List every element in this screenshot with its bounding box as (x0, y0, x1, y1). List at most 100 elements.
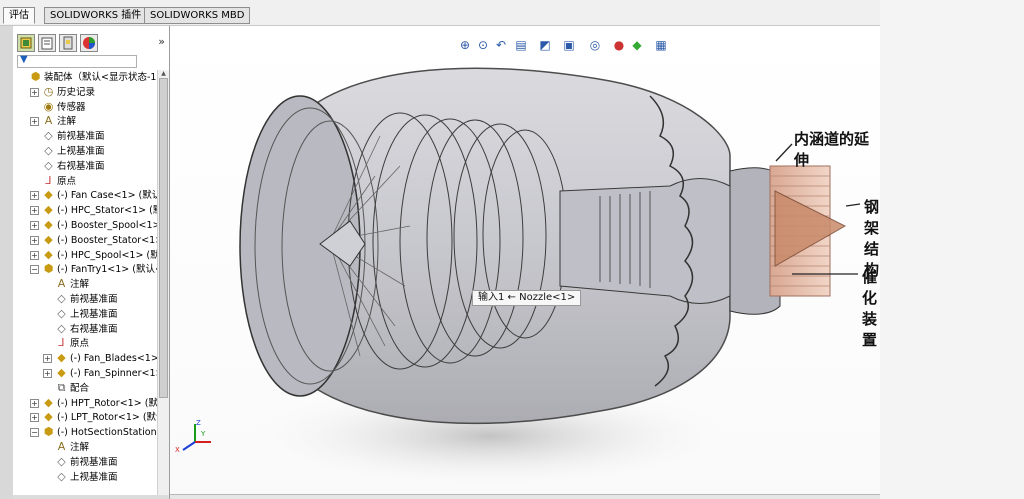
expand-icon[interactable]: + (30, 87, 39, 97)
expand-icon[interactable]: + (30, 221, 39, 230)
collapse-icon[interactable]: − (30, 265, 39, 275)
expand-icon[interactable]: + (30, 235, 39, 245)
plane-icon: ◇ (57, 306, 66, 320)
tree-item-label: (-) HotSectionStationar (57, 427, 157, 439)
right-margin (880, 0, 1024, 499)
configuration-manager-icon[interactable] (59, 34, 77, 52)
history-icon: ◷ (43, 84, 54, 98)
plane-icon: ◇ (44, 129, 53, 143)
more-tabs-chevron-icon[interactable]: » (158, 35, 165, 48)
assembly-icon: ⬢ (30, 70, 41, 83)
tree-item-label: 上视基准面 (70, 308, 118, 320)
bottom-tab-strip (170, 494, 880, 499)
triad-axis-z: Z (196, 419, 201, 427)
feature-manager-icon[interactable] (17, 34, 35, 52)
tab-solidworks-addins[interactable]: SOLIDWORKS 插件 (44, 7, 148, 24)
property-manager-icon[interactable] (38, 34, 56, 52)
expand-icon[interactable]: + (30, 250, 39, 260)
tree-item-label: (-) Booster_Spool<1> (57, 220, 157, 231)
tree-item-label: 注解 (70, 279, 90, 291)
sensor-icon: ◉ (43, 99, 54, 113)
plane-icon: ◇ (57, 321, 66, 335)
hover-tooltip: 输入1 ← Nozzle<1> (472, 290, 582, 306)
annotation-icon: A (57, 440, 66, 453)
tree-item-label: 上视基准面 (57, 146, 105, 157)
tree-item-label: (-) Fan_Blades<1> ( (70, 353, 157, 365)
callout-catalyst-device: 催化装置 (862, 268, 878, 349)
expand-icon[interactable]: + (30, 398, 39, 408)
tree-item-label: 注解 (70, 442, 90, 453)
part-icon: ◆ (57, 366, 66, 379)
mates-icon: ⧉ (57, 380, 66, 394)
solidworks-window: 评估 SOLIDWORKS 插件 SOLIDWORKS MBD » ▼ ⬢ 装配体… (0, 0, 1024, 499)
tree-item-label: 右视基准面 (57, 160, 105, 172)
plane-icon: ◇ (57, 454, 66, 468)
filter-icon[interactable]: ▼ (20, 54, 28, 65)
display-manager-icon[interactable] (80, 34, 98, 52)
expand-icon[interactable]: + (30, 191, 39, 201)
tree-item-label: 配合 (70, 382, 90, 394)
tree-item-label: 前视基准面 (57, 131, 105, 143)
plane-icon: ◇ (44, 144, 53, 157)
annotation-icon: A (44, 114, 53, 128)
panel-tabs: » (13, 32, 169, 54)
feature-manager-panel: » ▼ ⬢ 装配体（默认<显示状态-1> + ◷ 历史记录 ◉ 传感器 + A 注解 ◇ 前视基准面 ◇… (13, 26, 170, 499)
part-icon: ◆ (44, 247, 53, 261)
plane-icon: ◇ (44, 158, 53, 172)
tree-item-label: (-) HPC_Stator<1> (默认 (57, 205, 157, 217)
expand-icon[interactable]: + (30, 413, 39, 423)
subassembly-icon: ⬢ (43, 262, 54, 276)
plane-icon: ◇ (57, 469, 66, 483)
tree-filter-field[interactable]: ▼ (17, 54, 137, 68)
scroll-up-arrow-icon[interactable]: ▲ (159, 70, 168, 78)
tree-item-label: (-) HPC_Spool<1> (默认 (57, 249, 157, 261)
tree-item-label: 原点 (70, 338, 90, 350)
tab-solidworks-mbd[interactable]: SOLIDWORKS MBD (144, 7, 251, 24)
tree-item-label: (-) Booster_Stator<1> (57, 234, 157, 246)
callout-leader-bypass (775, 143, 793, 162)
tree-item-label: (-) Fan_Spinner<1> (70, 368, 157, 379)
tree-item-label: (-) HPT_Rotor<1> (默认 (57, 397, 157, 409)
tree-item-label: (-) LPT_Rotor<1> (默认 (57, 412, 157, 424)
tree-item-label: 装配体（默认<显示状态-1> (44, 72, 157, 83)
tree-item-label: (-) Fan Case<1> (默认< (57, 190, 157, 202)
triad-axis-y: Y (200, 430, 206, 438)
plane-icon: ◇ (57, 292, 66, 305)
command-manager-tabs: 评估 SOLIDWORKS 插件 SOLIDWORKS MBD (0, 0, 880, 26)
tree-item-label: 历史记录 (57, 86, 96, 98)
expand-icon[interactable]: + (43, 354, 52, 364)
expand-icon[interactable]: + (30, 117, 39, 127)
origin-icon: ⅃ (58, 336, 65, 350)
coordinate-triad: Z Y X (175, 419, 211, 454)
annotation-icon: A (57, 277, 66, 291)
feature-tree: ⬢ 装配体（默认<显示状态-1> + ◷ 历史记录 ◉ 传感器 + A 注解 ◇ 前视基准面 ◇ 上视基准… (13, 70, 157, 495)
origin-icon: ⅃ (45, 173, 52, 187)
tree-item-label: 传感器 (57, 101, 86, 113)
part-icon: ◆ (44, 410, 53, 424)
part-icon: ◆ (57, 351, 66, 365)
tree-item-label: 注解 (57, 116, 77, 128)
expand-icon[interactable]: + (30, 206, 39, 216)
callout-bypass-extension: 内涵道的延伸 (794, 130, 870, 169)
panel-bottom-tabs (13, 495, 169, 499)
part-icon: ◆ (44, 188, 53, 202)
part-icon: ◆ (44, 203, 53, 217)
engine-model[interactable] (170, 26, 880, 496)
tab-evaluate[interactable]: 评估 (3, 7, 35, 24)
part-icon: ◆ (44, 395, 53, 409)
subassembly-icon: ⬢ (43, 425, 54, 439)
callout-leader-frame (845, 203, 861, 207)
tree-vertical-scrollbar[interactable]: ▲ (157, 70, 169, 495)
expand-icon[interactable]: + (43, 369, 52, 378)
left-edge-strip (0, 26, 13, 499)
tree-item-label: 原点 (57, 175, 77, 187)
collapse-icon[interactable]: − (30, 428, 39, 438)
tree-item-label: 前视基准面 (70, 456, 118, 468)
tree-item-label: (-) FanTry1<1> (默认<显 (57, 264, 157, 276)
tree-item-label: 右视基准面 (70, 323, 118, 335)
graphics-viewport[interactable]: ⊕ ⊙ ↶ ▤ ◩ ▣ ◎ ● ◆ ▦ 内涵道的延伸 钢架结构 催化装置 输入1… (170, 26, 880, 496)
tree-item-label: 上视基准面 (70, 471, 118, 483)
tree-item-label: 前视基准面 (70, 294, 118, 305)
scrollbar-thumb[interactable] (159, 78, 168, 398)
part-icon: ◆ (44, 218, 53, 231)
